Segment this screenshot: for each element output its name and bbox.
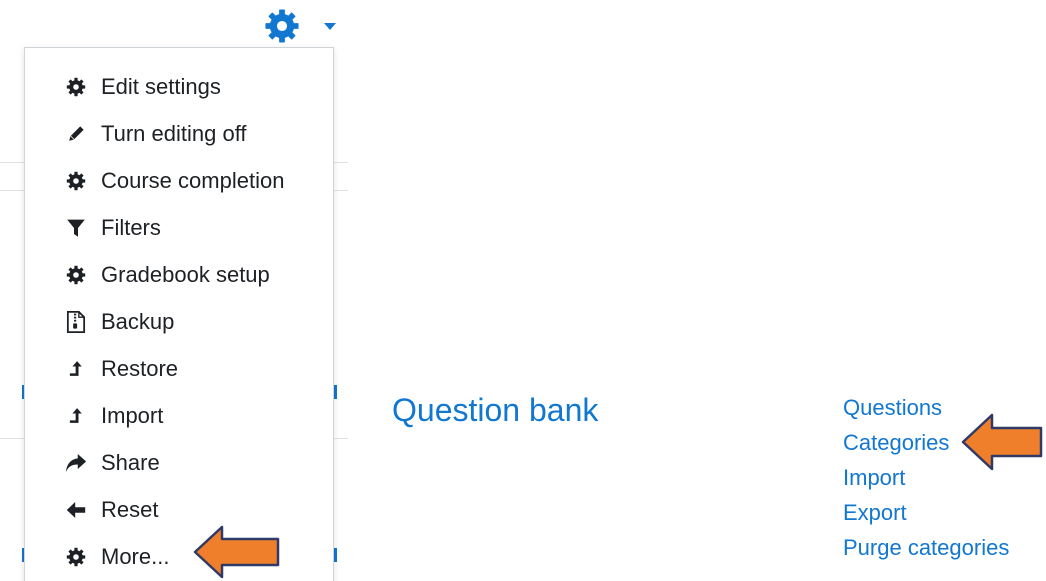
menu-item-label: Gradebook setup bbox=[101, 261, 270, 287]
menu-item-backup[interactable]: Backup bbox=[25, 298, 333, 345]
file-archive-icon bbox=[65, 310, 87, 333]
gear-icon bbox=[65, 170, 87, 192]
menu-item-label: Reset bbox=[101, 496, 159, 522]
menu-item-label: Course completion bbox=[101, 167, 285, 193]
menu-item-label: Backup bbox=[101, 308, 175, 334]
annotation-arrow-icon bbox=[193, 525, 280, 579]
menu-item-label: Filters bbox=[101, 214, 161, 240]
menu-item-edit-settings[interactable]: Edit settings bbox=[25, 63, 333, 110]
menu-item-label: Restore bbox=[101, 355, 179, 381]
gear-icon bbox=[65, 546, 87, 568]
menu-item-label: More... bbox=[101, 543, 170, 569]
menu-item-gradebook-setup[interactable]: Gradebook setup bbox=[25, 251, 333, 298]
course-settings-menu-toggle[interactable] bbox=[262, 6, 342, 46]
gear-icon bbox=[265, 9, 299, 43]
purge-categories-link[interactable]: Purge categories bbox=[843, 535, 1009, 560]
categories-link[interactable]: Categories bbox=[843, 430, 949, 455]
caret-down-icon bbox=[324, 23, 336, 30]
list-item: Purge categories bbox=[843, 533, 1009, 568]
menu-item-filters[interactable]: Filters bbox=[25, 204, 333, 251]
page: Edit settings Turn editing off Course co… bbox=[0, 0, 1046, 581]
pencil-icon bbox=[65, 123, 87, 145]
upload-icon bbox=[65, 405, 87, 427]
question-bank-heading: Question bank bbox=[392, 392, 599, 428]
annotation-arrow-icon bbox=[961, 413, 1043, 471]
menu-item-import[interactable]: Import bbox=[25, 392, 333, 439]
menu-item-course-completion[interactable]: Course completion bbox=[25, 157, 333, 204]
menu-item-turn-editing-off[interactable]: Turn editing off bbox=[25, 110, 333, 157]
share-icon bbox=[65, 452, 87, 474]
background-link-fragment bbox=[334, 385, 337, 399]
upload-icon bbox=[65, 358, 87, 380]
background-link-fragment bbox=[334, 548, 337, 562]
export-link[interactable]: Export bbox=[843, 500, 907, 525]
filter-icon bbox=[65, 217, 87, 239]
menu-item-label: Import bbox=[101, 402, 164, 428]
course-settings-dropdown: Edit settings Turn editing off Course co… bbox=[24, 47, 334, 581]
menu-item-label: Share bbox=[101, 449, 160, 475]
list-item: Export bbox=[843, 498, 1009, 533]
menu-item-reset[interactable]: Reset bbox=[25, 486, 333, 533]
import-link[interactable]: Import bbox=[843, 465, 905, 490]
menu-item-more[interactable]: More... bbox=[25, 533, 333, 580]
menu-item-share[interactable]: Share bbox=[25, 439, 333, 486]
menu-item-label: Edit settings bbox=[101, 73, 221, 99]
menu-item-label: Turn editing off bbox=[101, 120, 247, 146]
gear-icon bbox=[65, 76, 87, 98]
menu-item-restore[interactable]: Restore bbox=[25, 345, 333, 392]
arrow-left-icon bbox=[65, 499, 87, 521]
questions-link[interactable]: Questions bbox=[843, 395, 942, 420]
gear-icon bbox=[65, 264, 87, 286]
